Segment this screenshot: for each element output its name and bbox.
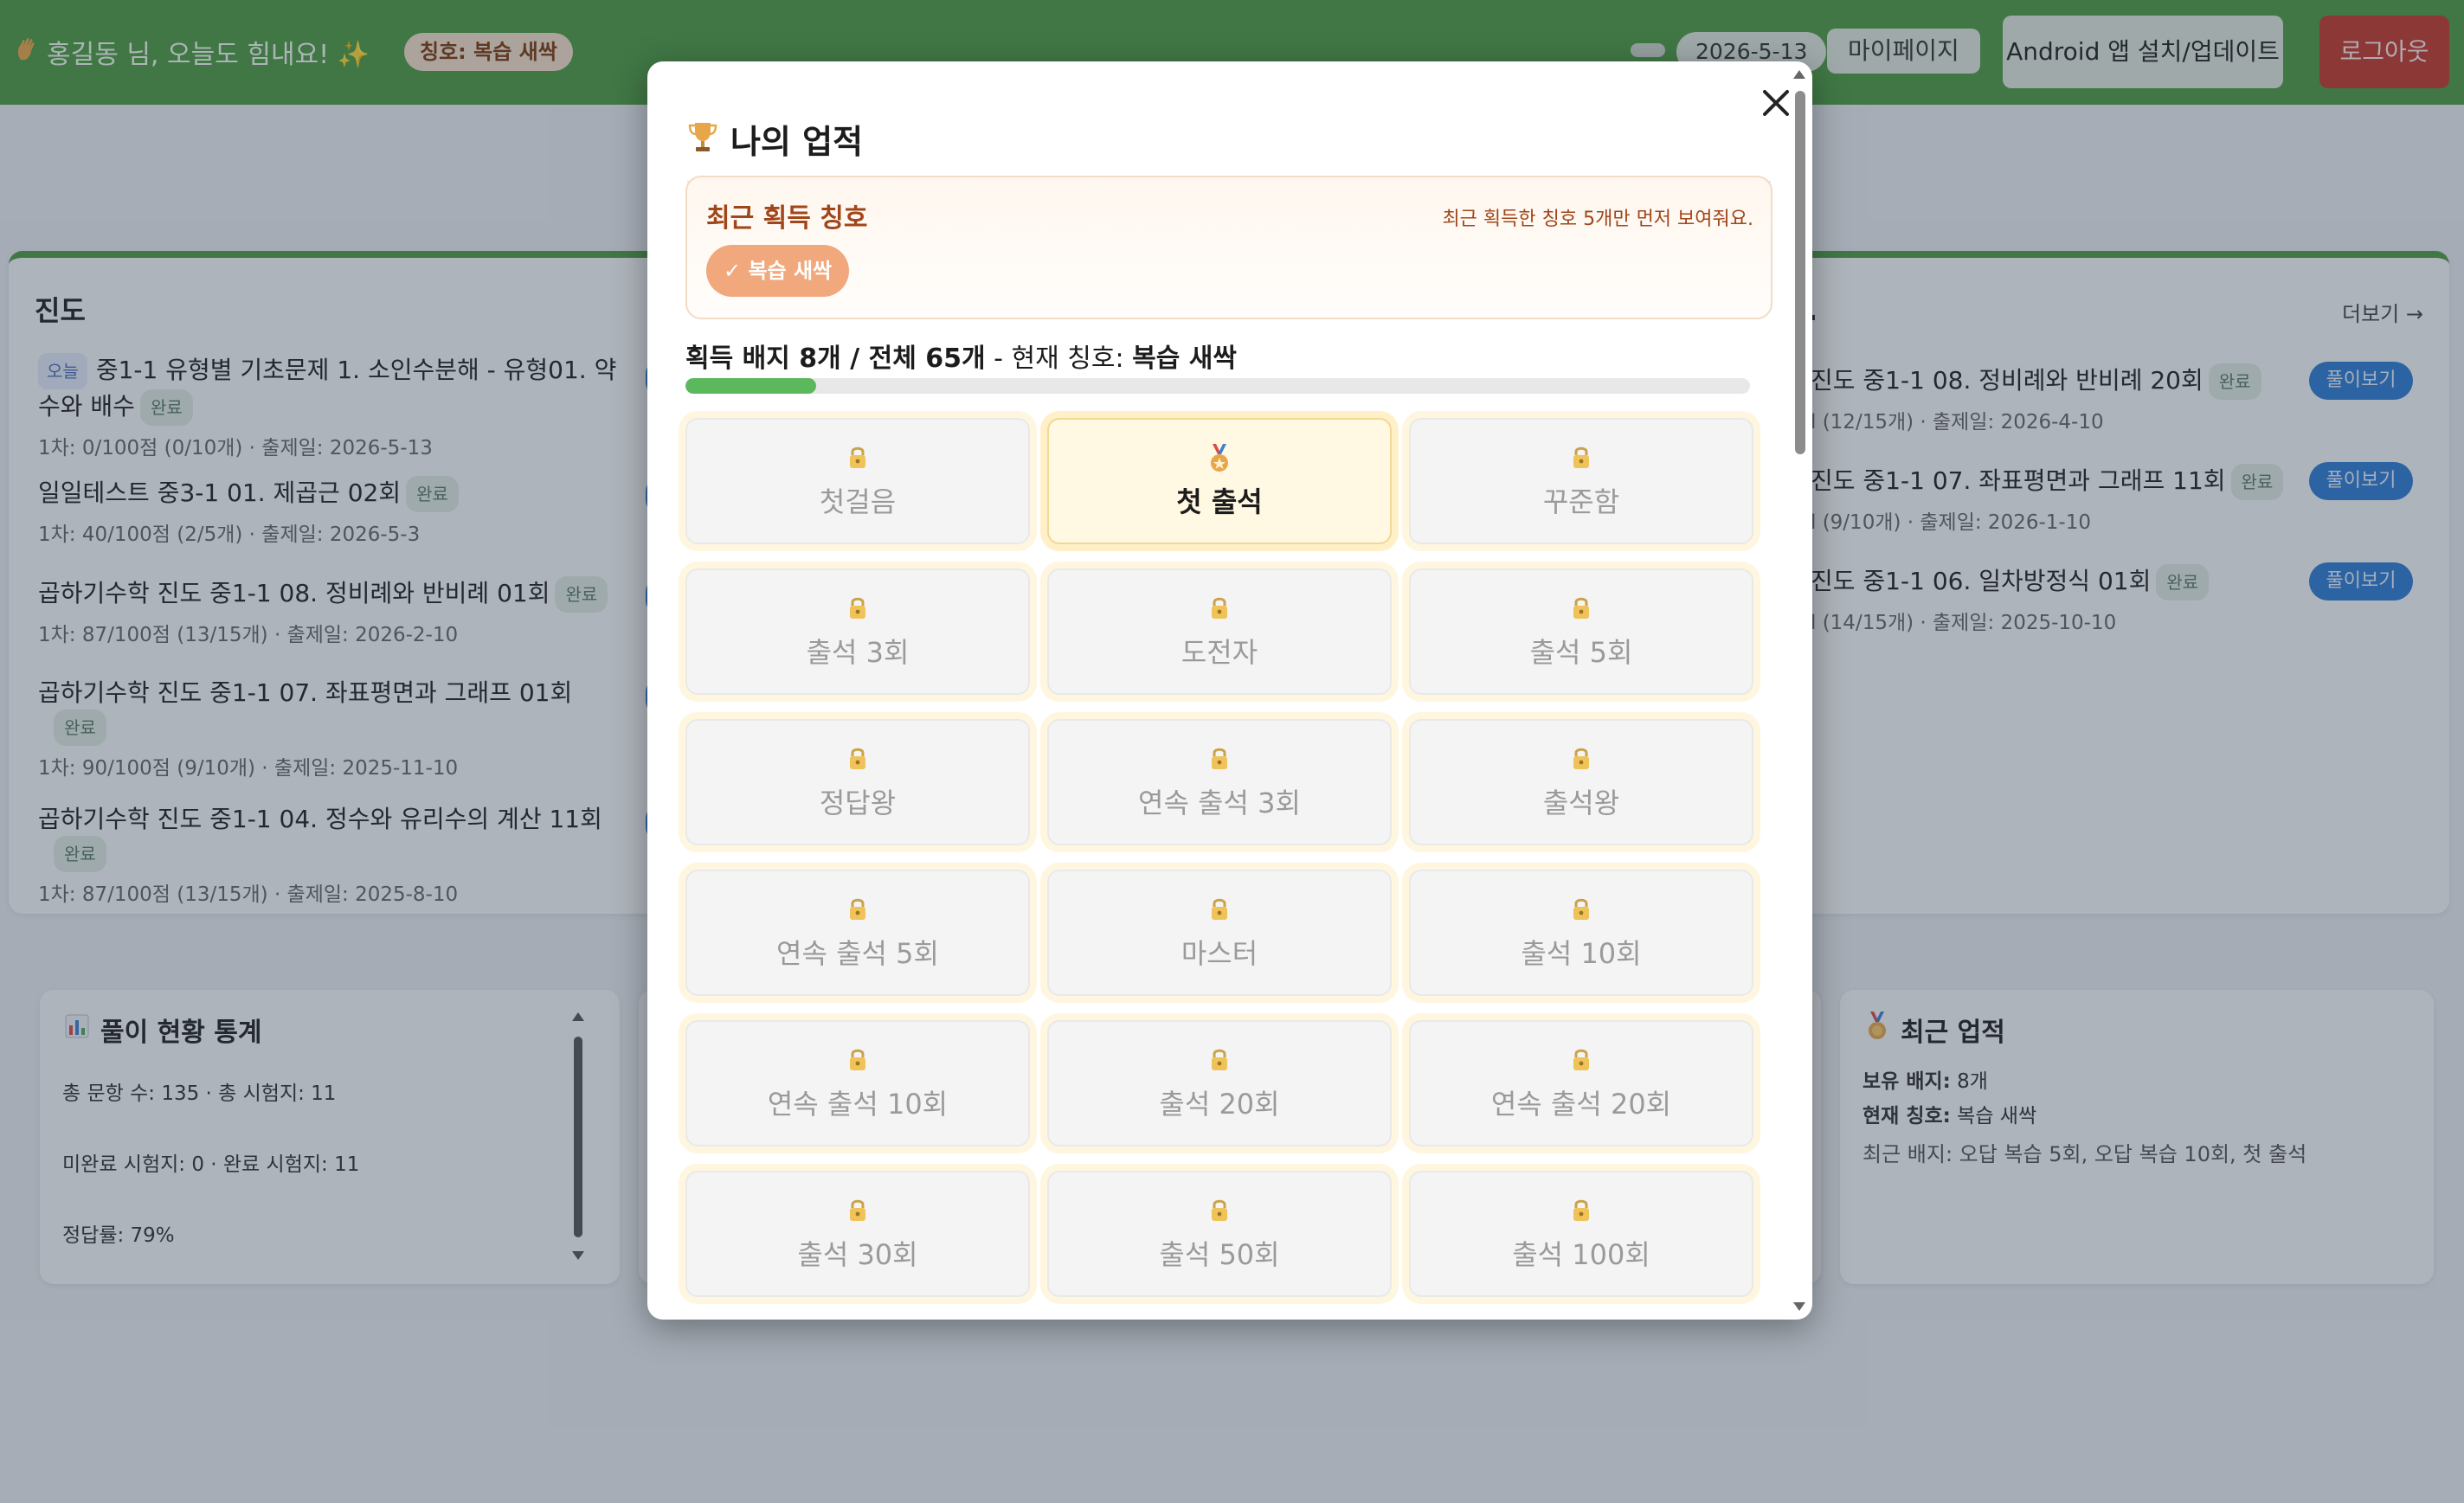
lock-icon [687,745,1028,774]
badge-tile[interactable]: 출석 10회 [1409,870,1753,996]
badge-tile[interactable]: 도전자 [1047,568,1392,695]
lock-icon [1049,1197,1390,1226]
modal-header: 나의 업적 [687,96,1771,183]
lock-icon [1411,1197,1752,1226]
lock-icon [1411,594,1752,624]
badge-tile[interactable]: 출석 100회 [1409,1171,1753,1297]
badge-name: 출석왕 [1542,787,1620,819]
badge-tile[interactable]: 연속 출석 5회 [685,870,1030,996]
lock-icon [1411,1046,1752,1076]
badge-name: 마스터 [1181,937,1258,970]
recent-titles-heading: 최근 획득 칭호 [706,203,868,234]
modal-scroll-thumb[interactable] [1795,91,1805,454]
badge-name: 연속 출석 10회 [767,1088,949,1121]
achievement-progress-bar [685,378,1750,394]
recent-titles-box: 최근 획득 칭호 최근 획득한 칭호 5개만 먼저 보여줘요. ✓ 복습 새싹 [685,176,1772,319]
lock-icon [1411,444,1752,473]
badge-name: 출석 20회 [1159,1088,1280,1121]
badge-name: 연속 출석 20회 [1490,1088,1672,1121]
achievements-modal: 나의 업적 최근 획득 칭호 최근 획득한 칭호 5개만 먼저 보여줘요. ✓ … [647,61,1812,1320]
lock-icon [687,896,1028,925]
badge-name: 출석 30회 [797,1238,918,1271]
badge-tile[interactable]: 출석 3회 [685,568,1030,695]
trophy-icon [687,119,718,157]
badge-tile[interactable]: 연속 출석 10회 [685,1020,1030,1147]
recent-titles-note: 최근 획득한 칭호 5개만 먼저 보여줘요. [1442,209,1753,230]
badge-tile[interactable]: 출석왕 [1409,719,1753,845]
badge-tile[interactable]: 연속 출석 3회 [1047,719,1392,845]
badge-tile[interactable]: 출석 50회 [1047,1171,1392,1297]
badge-name: 출석 50회 [1159,1238,1280,1271]
lock-icon [1049,896,1390,925]
lock-icon [687,444,1028,473]
lock-icon [1049,594,1390,624]
badge-tile[interactable]: 출석 30회 [685,1171,1030,1297]
badge-name: 꾸준함 [1542,485,1620,518]
modal-scrollbar[interactable] [1790,70,1809,1311]
badge-tile[interactable]: 마스터 [1047,870,1392,996]
lock-icon [1411,896,1752,925]
modal-title: 나의 업적 [730,122,864,161]
lock-icon [1049,745,1390,774]
badge-count-line: 획득 배지 8개 / 전체 65개 - 현재 칭호: 복습 새싹 [685,344,1237,374]
badge-name: 출석 10회 [1521,937,1642,970]
lock-icon [1411,745,1752,774]
badge-tile[interactable]: 첫 출석 [1047,418,1392,544]
badge-tile[interactable]: 첫걸음 [685,418,1030,544]
badge-name: 도전자 [1181,636,1258,669]
badge-tile[interactable]: 연속 출석 20회 [1409,1020,1753,1147]
title-chip-selected[interactable]: ✓ 복습 새싹 [706,245,850,297]
medal-icon [1049,444,1390,477]
lock-icon [687,594,1028,624]
badge-name: 첫걸음 [819,485,897,518]
badge-tile[interactable]: 출석 5회 [1409,568,1753,695]
badge-tile[interactable]: 꾸준함 [1409,418,1753,544]
badge-name: 출석 5회 [1529,636,1633,669]
badge-name: 연속 출석 3회 [1138,787,1301,819]
badge-name: 첫 출석 [1176,485,1263,518]
achievement-progress-fill [685,378,817,394]
badge-tile[interactable]: 정답왕 [685,719,1030,845]
badge-tile[interactable]: 출석 20회 [1047,1020,1392,1147]
lock-icon [1049,1046,1390,1076]
badge-name: 출석 3회 [806,636,910,669]
lock-icon [687,1046,1028,1076]
lock-icon [687,1197,1028,1226]
badge-name: 정답왕 [819,787,897,819]
badge-name: 출석 100회 [1512,1238,1650,1271]
badge-name: 연속 출석 5회 [776,937,939,970]
